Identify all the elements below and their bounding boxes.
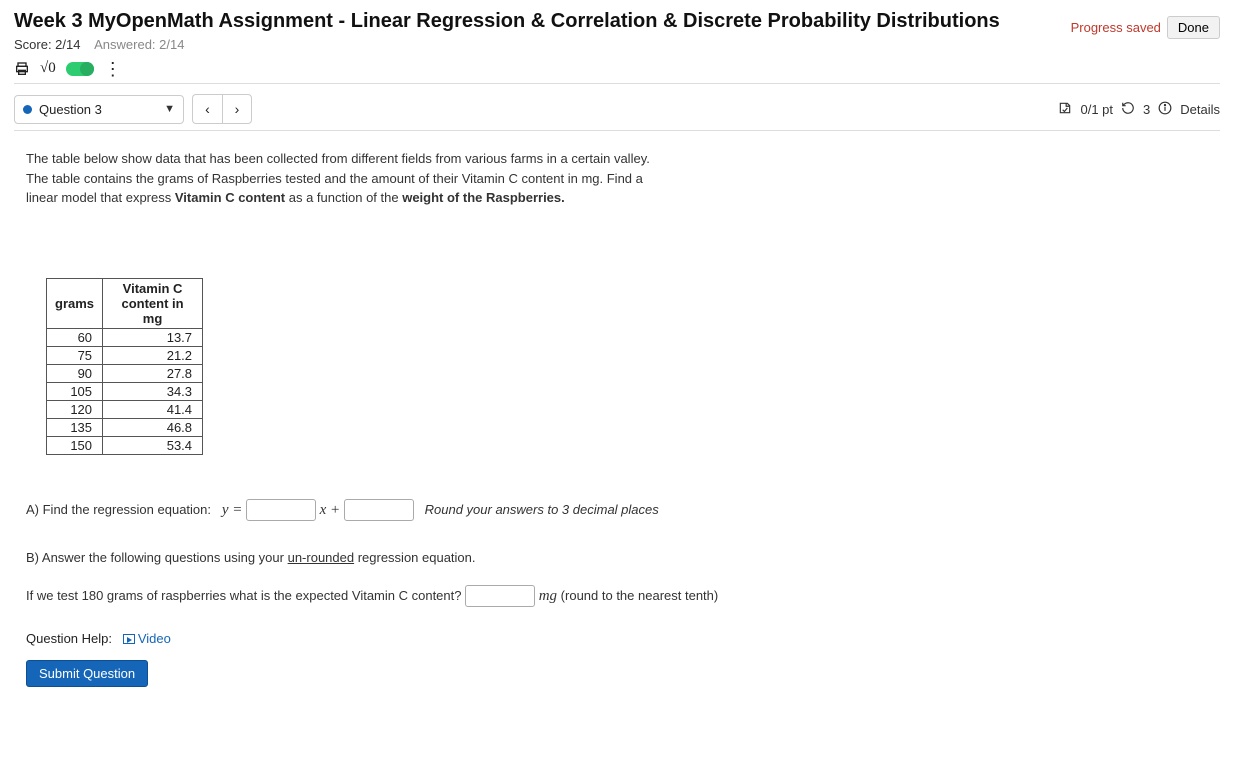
divider	[14, 130, 1220, 131]
progress-saved-label: Progress saved	[1071, 20, 1161, 35]
details-link[interactable]: Details	[1180, 102, 1220, 117]
chevron-down-icon: ▼	[164, 103, 175, 115]
question-selector-label: Question 3	[39, 102, 102, 117]
info-icon[interactable]	[1158, 101, 1172, 118]
prediction-input[interactable]	[465, 585, 535, 607]
table-row: 9027.8	[47, 364, 203, 382]
status-dot-icon	[23, 105, 32, 114]
question-help: Question Help: Video	[26, 631, 1002, 646]
done-button[interactable]: Done	[1167, 16, 1220, 39]
video-help-link[interactable]: Video	[123, 631, 171, 646]
table-header-vitamin: Vitamin C content in mg	[103, 278, 203, 328]
attempt-icon	[1058, 101, 1072, 118]
table-header-grams: grams	[47, 278, 103, 328]
table-row: 6013.7	[47, 328, 203, 346]
score-label: Score: 2/14	[14, 37, 81, 52]
math-keyboard-icon[interactable]: √0	[40, 60, 56, 77]
more-menu-icon[interactable]: ⋮	[104, 64, 122, 74]
intercept-input[interactable]	[344, 499, 414, 521]
table-row: 12041.4	[47, 400, 203, 418]
table-row: 10534.3	[47, 382, 203, 400]
table-row: 13546.8	[47, 418, 203, 436]
slope-input[interactable]	[246, 499, 316, 521]
prev-question-button[interactable]: ‹	[192, 94, 222, 124]
table-row: 7521.2	[47, 346, 203, 364]
toggle-switch[interactable]	[66, 62, 94, 76]
points-label: 0/1 pt	[1080, 102, 1113, 117]
print-icon[interactable]	[14, 61, 30, 77]
next-question-button[interactable]: ›	[222, 94, 252, 124]
part-a: A) Find the regression equation: y = x +…	[26, 495, 1002, 525]
retries-label: 3	[1143, 102, 1150, 117]
part-b: B) Answer the following questions using …	[26, 545, 1002, 611]
question-selector[interactable]: Question 3 ▼	[14, 95, 184, 124]
retry-icon	[1121, 101, 1135, 118]
table-row: 15053.4	[47, 436, 203, 454]
divider	[14, 83, 1220, 84]
submit-question-button[interactable]: Submit Question	[26, 660, 148, 687]
question-prompt: The table below show data that has been …	[26, 149, 666, 208]
data-table: grams Vitamin C content in mg 6013.77521…	[46, 278, 203, 455]
answered-label: Answered: 2/14	[94, 37, 184, 52]
video-icon	[123, 634, 135, 644]
page-title: Week 3 MyOpenMath Assignment - Linear Re…	[14, 10, 1000, 33]
